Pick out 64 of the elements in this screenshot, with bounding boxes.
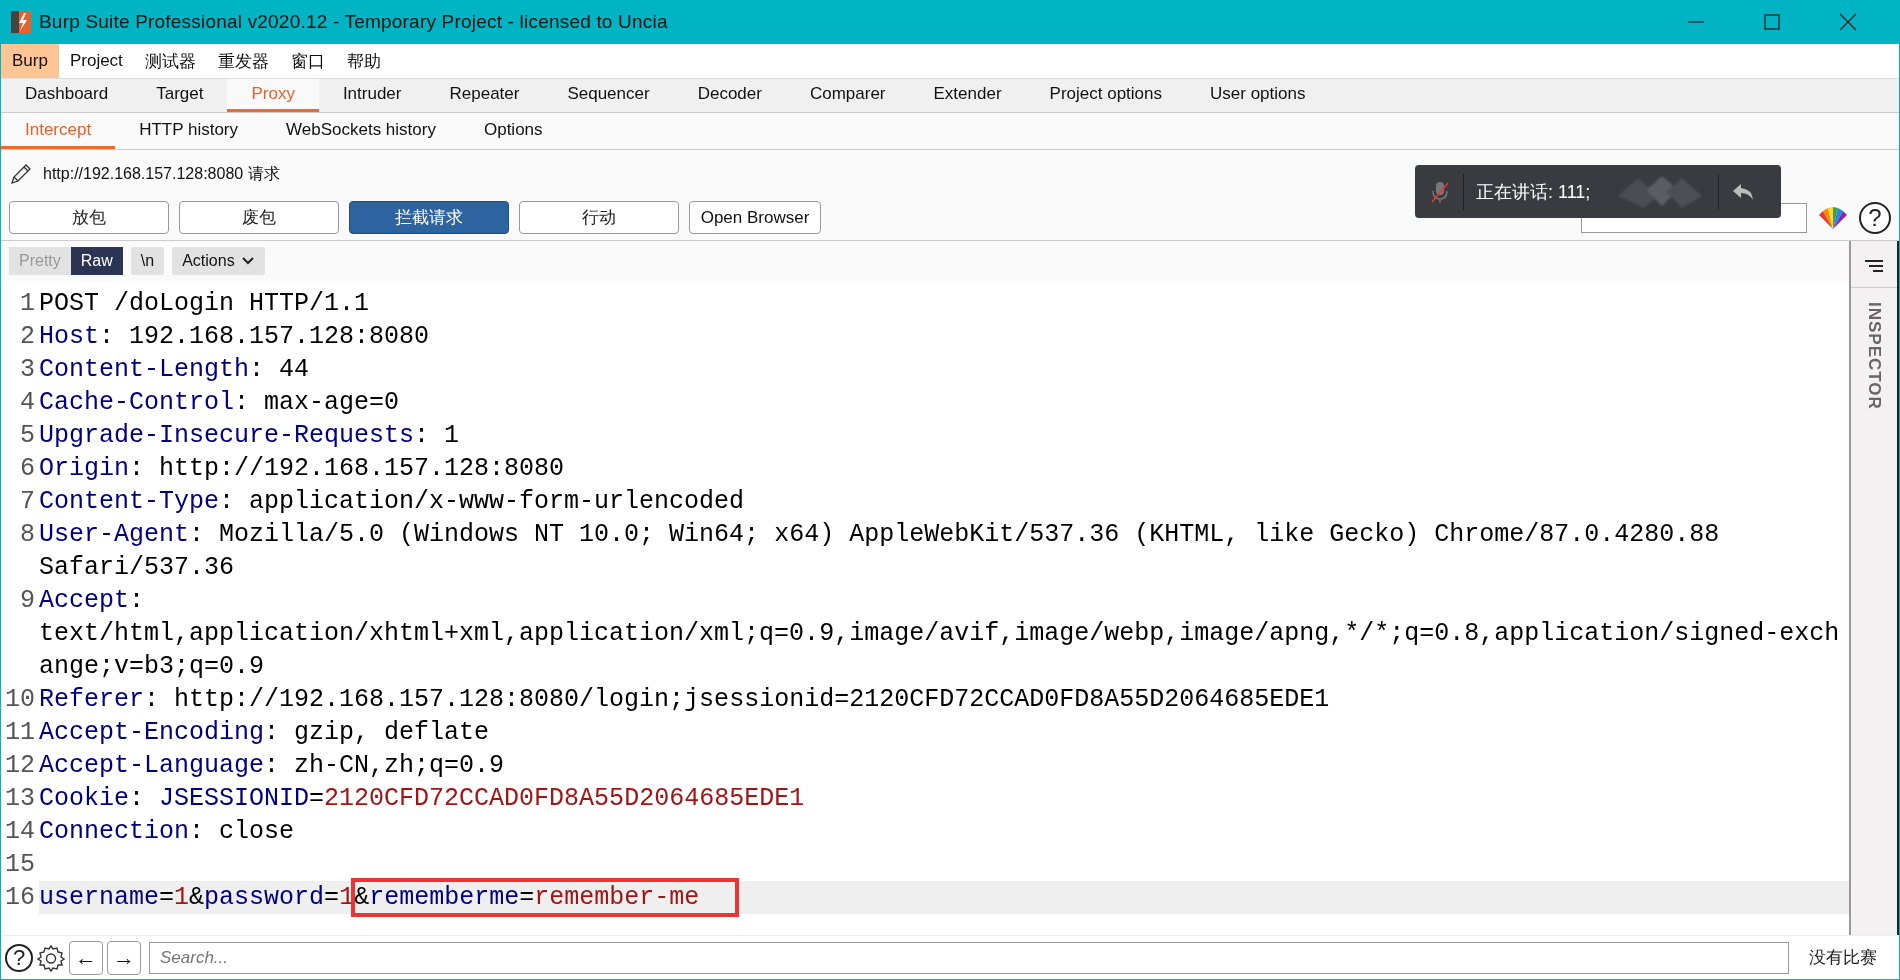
tab[interactable]: Options: [459, 113, 567, 149]
actions-button[interactable]: Actions: [172, 247, 265, 275]
code-line: Content-Length: 44: [39, 354, 310, 386]
code-line: Accept:: [39, 585, 145, 617]
code-line: Connection: close: [39, 816, 295, 848]
tab[interactable]: HTTP history: [115, 113, 263, 149]
code-line: Cache-Control: max-age=0: [39, 387, 400, 419]
menu-item[interactable]: 帮助: [335, 44, 392, 78]
tab[interactable]: Decoder: [673, 79, 786, 112]
code-line: POST /doLogin HTTP/1.1: [39, 288, 370, 320]
pencil-icon: [9, 162, 33, 186]
menu-item[interactable]: 测试器: [133, 44, 207, 78]
code-line: Accept-Language: zh-CN,zh;q=0.9: [39, 750, 505, 782]
menu-item[interactable]: Project: [58, 44, 134, 78]
speaking-status: 正在讲话: 111;: [1476, 180, 1591, 204]
tab[interactable]: Sequencer: [543, 79, 674, 112]
menu-item[interactable]: 窗口: [279, 44, 336, 78]
code-line: text/html,application/xhtml+xml,application/xml;q=0.9,image/avif,image/webp,image/apng,*/*;q=0.8,application/signed-exch: [39, 618, 1840, 650]
action-button[interactable]: 行动: [519, 201, 679, 234]
code-line: Cookie: JSESSIONID=2120CFD72CCAD0FD8A55D2064685EDE1: [39, 783, 805, 815]
color-fan-icon[interactable]: [1817, 204, 1849, 231]
code-line: Safari/537.36: [39, 552, 235, 584]
tab[interactable]: Target: [132, 79, 228, 112]
action-button[interactable]: Open Browser: [689, 201, 821, 234]
back-button[interactable]: ←: [69, 940, 103, 975]
code-line: Content-Type: application/x-www-form-urlencoded: [39, 486, 745, 518]
forward-button[interactable]: →: [107, 940, 141, 975]
help-icon[interactable]: ?: [5, 943, 33, 972]
action-button[interactable]: 废包: [179, 201, 339, 234]
menu-item[interactable]: 重发器: [206, 44, 280, 78]
request-target: http://192.168.157.128:8080 请求: [43, 163, 280, 184]
code-line: ange;v=b3;q=0.9: [39, 651, 265, 683]
code-line: Host: 192.168.157.128:8080: [39, 321, 430, 353]
code-line: Origin: http://192.168.157.128:8080: [39, 453, 565, 485]
tab[interactable]: User options: [1186, 79, 1330, 112]
help-icon[interactable]: ?: [1859, 201, 1891, 234]
tab[interactable]: Project options: [1025, 79, 1186, 112]
maximize-icon[interactable]: [1763, 13, 1781, 31]
tab[interactable]: Comparer: [785, 79, 910, 112]
tab[interactable]: Intruder: [318, 79, 426, 112]
muted-microphone-icon[interactable]: [1429, 179, 1451, 204]
settings-icon[interactable]: [37, 943, 65, 972]
code-line: Accept-Encoding: gzip, deflate: [39, 717, 490, 749]
code-line: Referer: http://192.168.157.128:8080/login;jsessionid=2120CFD72CCAD0FD8A55D2064685EDE1: [39, 684, 1330, 716]
code-line: User-Agent: Mozilla/5.0 (Windows NT 10.0; Win64; x64) AppleWebKit/537.36 (KHTML, like Gecko) Chrome/87.0.4280.88: [39, 519, 1720, 551]
close-icon[interactable]: [1839, 13, 1857, 31]
tab[interactable]: Dashboard: [1, 79, 133, 112]
chevron-icon: [240, 256, 255, 266]
tab[interactable]: Repeater: [425, 79, 544, 112]
action-button[interactable]: 放包: [9, 201, 169, 234]
match-count: 没有比赛: [1808, 946, 1878, 969]
menu-item[interactable]: Burp: [1, 44, 59, 78]
action-button[interactable]: 拦截请求: [349, 201, 509, 234]
newline-toggle[interactable]: \n: [130, 247, 165, 275]
search-field[interactable]: Search...: [149, 941, 1789, 974]
window-title: Burp Suite Professional v2020.12 - Temporary Project - licensed to Uncia: [39, 11, 668, 33]
reply-arrow-icon[interactable]: [1731, 181, 1756, 202]
tab[interactable]: WebSockets history: [262, 113, 460, 149]
inspector-tab[interactable]: INSPECTOR: [1864, 302, 1884, 410]
view-mode-tab[interactable]: Raw: [70, 247, 123, 275]
tab[interactable]: Extender: [909, 79, 1026, 112]
code-line: Upgrade-Insecure-Requests: 1: [39, 420, 460, 452]
lightning-logo-icon: [11, 11, 31, 33]
menu-icon[interactable]: [1864, 259, 1884, 273]
